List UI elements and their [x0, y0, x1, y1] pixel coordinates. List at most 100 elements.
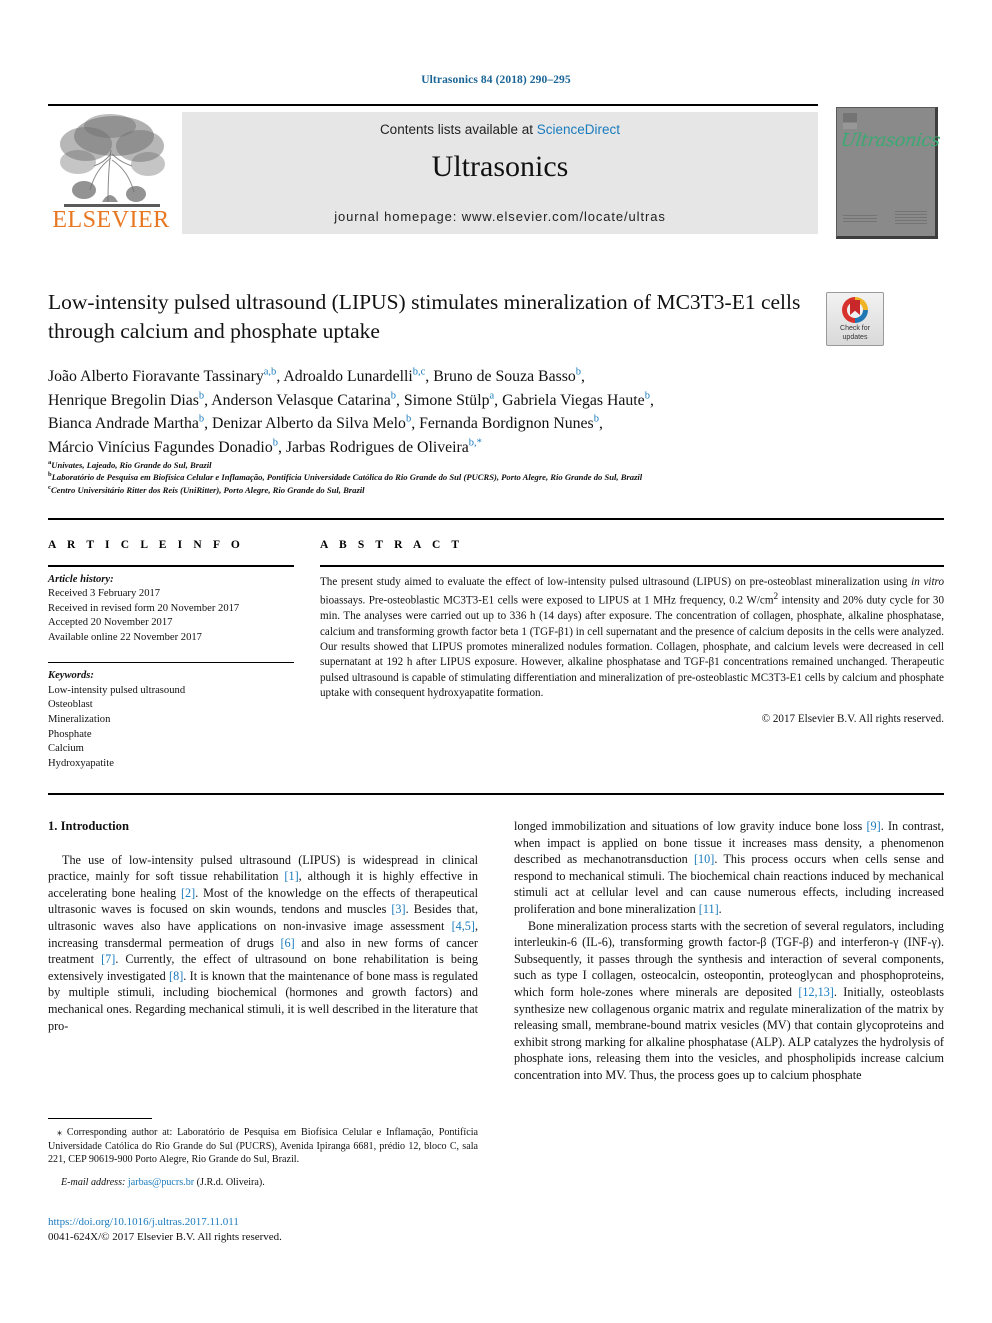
- citation-ref[interactable]: [9]: [866, 819, 880, 833]
- article-history-block: Article history: Received 3 February 201…: [48, 573, 294, 646]
- footnote-text: Corresponding author at: Laboratório de …: [48, 1127, 478, 1166]
- keywords-block: Keywords: Low-intensity pulsed ultrasoun…: [48, 669, 294, 771]
- crossmark-label-line1: Check for: [840, 325, 870, 332]
- doi-block: https://doi.org/10.1016/j.ultras.2017.11…: [48, 1215, 478, 1245]
- affiliation-b: bLaboratório de Pesquisa em Biofísica Ce…: [48, 471, 928, 483]
- article-info-rule: [48, 565, 294, 567]
- author-sep: ,: [649, 391, 654, 409]
- affiliation-list: aUnivates, Lajeado, Rio Grande do Sul, B…: [48, 459, 928, 496]
- history-item: Received in revised form 20 November 201…: [48, 602, 240, 614]
- keyword-item: Hydroxyapatite: [48, 757, 114, 769]
- author-list: João Alberto Fioravante Tassinarya,b, Ad…: [48, 365, 908, 459]
- citation-ref[interactable]: [3]: [391, 902, 405, 916]
- intro-paragraph-right-1: longed immobilization and situations of …: [514, 818, 944, 918]
- email-note: E-mail address: jarbas@pucrs.br (J.R.d. …: [48, 1176, 478, 1190]
- abstract-heading: A B S T R A C T: [320, 539, 464, 551]
- running-head: Ultrasonics 84 (2018) 290–295: [421, 74, 571, 86]
- title-area: Low-intensity pulsed ultrasound (LIPUS) …: [48, 288, 944, 347]
- author-affil-marker: a,b: [263, 366, 277, 378]
- keyword-item: Phosphate: [48, 728, 92, 740]
- doi-link[interactable]: https://doi.org/10.1016/j.ultras.2017.11…: [48, 1215, 478, 1230]
- citation-ref[interactable]: [6]: [280, 936, 294, 950]
- author-line-3: Bianca Andrade Marthab, Denizar Alberto …: [48, 412, 908, 436]
- author-name: , Anderson Velasque Catarina: [204, 391, 391, 409]
- sciencedirect-link[interactable]: ScienceDirect: [537, 122, 620, 137]
- author-sep: ,: [581, 368, 585, 385]
- page-title: Low-intensity pulsed ultrasound (LIPUS) …: [48, 290, 801, 344]
- elsevier-logo: ELSEVIER: [48, 110, 174, 236]
- intro-text: longed immobilization and situations of …: [514, 819, 867, 833]
- abstract-text-2: bioassays. Pre-osteoblastic MC3T3-E1 cel…: [320, 594, 774, 607]
- cover-elsevier-icon: [843, 113, 857, 129]
- citation-ref[interactable]: [11]: [699, 902, 719, 916]
- history-item: Available online 22 November 2017: [48, 631, 202, 643]
- abstract-rule: [320, 565, 944, 567]
- cover-journal-title: Ultrasonics: [839, 130, 942, 151]
- abstract-text-1: The present study aimed to evaluate the …: [320, 575, 912, 588]
- affiliation-text: Univates, Lajeado, Rio Grande do Sul, Br…: [51, 460, 212, 470]
- journal-cover-thumbnail: Ultrasonics: [828, 104, 944, 239]
- citation-ref[interactable]: [2]: [181, 886, 195, 900]
- affiliation-a: aUnivates, Lajeado, Rio Grande do Sul, B…: [48, 459, 928, 471]
- author-name: , Simone Stülp: [396, 391, 490, 409]
- keyword-item: Osteoblast: [48, 699, 93, 711]
- author-line-4: Márcio Vinícius Fagundes Donadiob, Jarba…: [48, 436, 908, 460]
- history-item: Received 3 February 2017: [48, 588, 161, 600]
- article-info-heading: A R T I C L E I N F O: [48, 539, 244, 551]
- abstract-copyright: © 2017 Elsevier B.V. All rights reserved…: [761, 712, 944, 725]
- email-owner: (J.R.d. Oliveira).: [196, 1176, 265, 1188]
- author-name: Márcio Vinícius Fagundes Donadio: [48, 438, 273, 456]
- citation-ref[interactable]: [12,13]: [798, 985, 834, 999]
- email-link[interactable]: jarbas@pucrs.br: [128, 1177, 194, 1188]
- section-heading-introduction: 1. Introduction: [48, 819, 129, 833]
- author-name: João Alberto Fioravante Tassinary: [48, 368, 264, 385]
- crossmark-label: Check for updates: [827, 324, 883, 342]
- email-label: E-mail address:: [61, 1176, 126, 1188]
- author-line-2: Henrique Bregolin Diasb, Anderson Velasq…: [48, 389, 908, 413]
- contents-prefix: Contents lists available at: [379, 122, 537, 137]
- journal-homepage-link[interactable]: journal homepage: www.elsevier.com/locat…: [182, 209, 818, 224]
- abstract-italic-in-vitro: in vitro: [911, 575, 945, 588]
- author-name: , Adroaldo Lunardelli: [276, 368, 413, 385]
- elsevier-tree-icon: [60, 114, 165, 207]
- affiliation-text: Centro Universitário Ritter dos Reis (Un…: [50, 484, 365, 495]
- author-name: , Fernanda Bordignon Nunes: [411, 415, 594, 432]
- corresponding-author-note: ⁎ Corresponding author at: Laboratório d…: [48, 1126, 478, 1167]
- cover-inner: Ultrasonics: [836, 107, 942, 239]
- citation-ref[interactable]: [7]: [101, 952, 115, 966]
- abstract-text-3: intensity and 20% duty cycle for 30 min.…: [320, 594, 944, 700]
- author-name: Henrique Bregolin Dias: [48, 391, 199, 409]
- author-name: , Gabriela Viegas Haute: [494, 391, 645, 409]
- citation-ref[interactable]: [1]: [284, 869, 298, 883]
- history-item: Accepted 20 November 2017: [48, 617, 173, 629]
- author-affil-marker: b,*: [468, 437, 482, 449]
- citation-ref[interactable]: [10]: [694, 852, 714, 866]
- author-sep: ,: [598, 415, 603, 432]
- cover-text-block-right: [895, 211, 927, 224]
- journal-title: Ultrasonics: [431, 150, 569, 183]
- citation-ref[interactable]: [4,5]: [452, 919, 475, 933]
- citation-ref[interactable]: [8]: [169, 969, 183, 983]
- keyword-item: Calcium: [48, 743, 84, 755]
- keyword-item: Mineralization: [48, 713, 111, 725]
- issn-copyright-line: 0041-624X/© 2017 Elsevier B.V. All right…: [48, 1231, 282, 1243]
- author-name: Bianca Andrade Martha: [48, 415, 199, 432]
- author-name: , Jarbas Rodrigues de Oliveira: [277, 438, 469, 456]
- intro-text: . Initially, osteoblasts synthesize new …: [514, 984, 945, 1082]
- footnote-rule: [48, 1118, 152, 1119]
- abstract-body: The present study aimed to evaluate the …: [320, 575, 944, 702]
- crossmark-label-line2: updates: [842, 334, 868, 341]
- intro-paragraph-left: The use of low-intensity pulsed ultrasou…: [48, 852, 478, 1035]
- footnote-block: ⁎ Corresponding author at: Laboratório d…: [48, 1118, 478, 1189]
- affiliation-text: Laboratório de Pesquisa em Biofísica Cel…: [51, 472, 643, 483]
- author-affil-marker: b,c: [412, 366, 426, 378]
- body-section-rule: [48, 793, 944, 795]
- masthead-top-rule: [48, 104, 818, 106]
- cover-text-block-left: [843, 215, 877, 224]
- author-name: , Denizar Alberto da Silva Melo: [204, 415, 406, 432]
- elsevier-wordmark: ELSEVIER: [52, 207, 170, 233]
- keyword-item: Low-intensity pulsed ultrasound: [48, 684, 186, 696]
- author-line-1: João Alberto Fioravante Tassinarya,b, Ad…: [48, 365, 908, 389]
- body-column-left: 1. Introduction The use of low-intensity…: [48, 818, 478, 1034]
- crossmark-badge[interactable]: Check for updates: [826, 292, 884, 346]
